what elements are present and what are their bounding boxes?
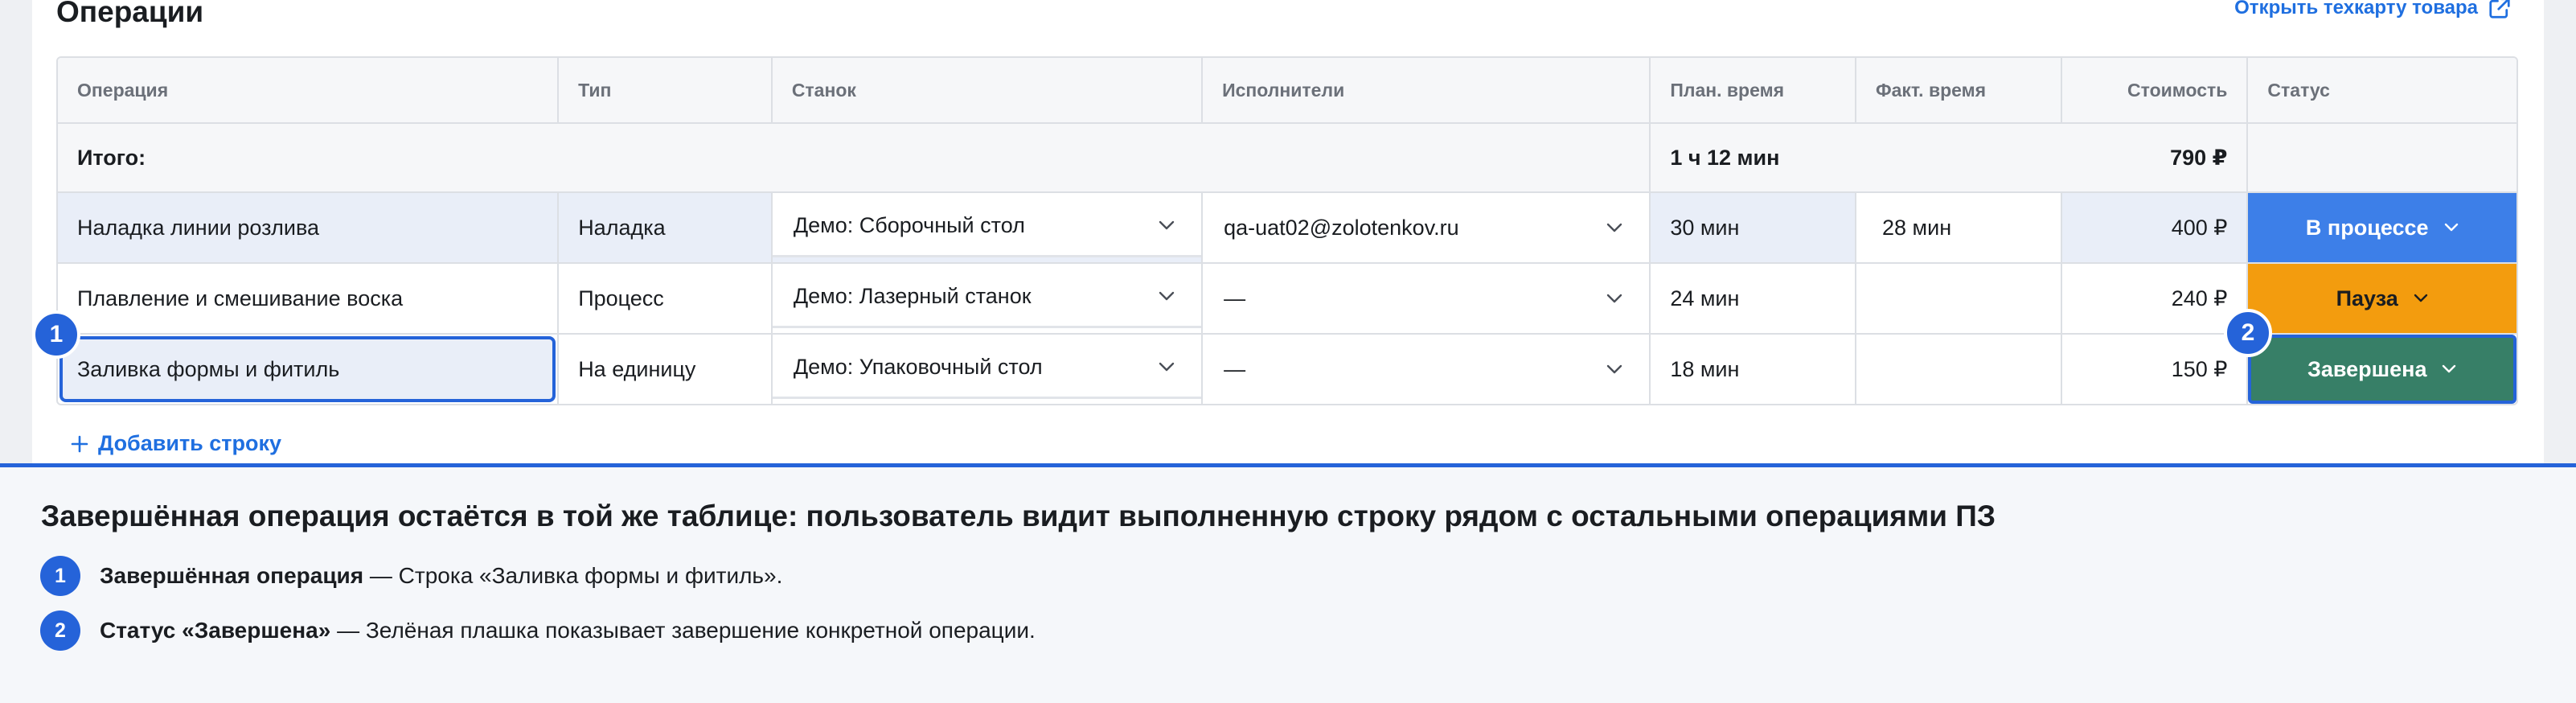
section-title: Операции <box>56 0 204 28</box>
open-techcard-link[interactable]: Открыть техкарту товара <box>2234 0 2512 20</box>
external-link-icon <box>2489 0 2510 18</box>
add-row-label: Добавить строку <box>98 431 282 455</box>
operations-card: Операции Открыть техкарту товара Операци… <box>32 0 2544 465</box>
annotation-marker-1: 1 <box>32 310 80 359</box>
chevron-down-icon <box>2443 364 2456 373</box>
operation-type: Процесс <box>557 264 771 333</box>
chevron-down-icon <box>1159 291 1175 301</box>
machine-value: Демо: Упаковочный стол <box>793 354 1043 379</box>
operation-name[interactable]: Плавление и смешивание воска <box>58 264 557 333</box>
header-operation: Операция <box>77 79 169 101</box>
header-executors: Исполнители <box>1201 58 1649 122</box>
chevron-down-icon <box>2414 294 2427 302</box>
executor-value: — <box>1224 356 1246 381</box>
chevron-down-icon <box>1159 220 1175 230</box>
annotation-note: 2 Статус «Завершена» — Зелёная плашка по… <box>40 610 1036 651</box>
annotation-marker-2: 2 <box>2224 309 2272 357</box>
status-dropdown[interactable]: Завершена <box>2248 335 2517 404</box>
header-plan-time: План. время <box>1649 58 1855 122</box>
fact-time-input[interactable]: 28 мин <box>1855 193 2061 262</box>
total-label: Итого: <box>77 145 146 170</box>
total-plan-time: 1 ч 12 мин <box>1649 124 1855 191</box>
table-header-row: Операция Тип Станок Исполнители План. вр… <box>58 58 2517 122</box>
table-row[interactable]: Наладка линии розлива Наладка Демо: Сбор… <box>58 191 2517 262</box>
header-cost: Стоимость <box>2060 58 2247 122</box>
total-cost: 790 ₽ <box>2170 145 2228 170</box>
annotation-panel: Завершённая операция остаётся в той же т… <box>0 467 2576 703</box>
plan-time: 30 мин <box>1649 193 1855 262</box>
note-text: — Строка «Заливка формы и фитиль». <box>363 563 783 588</box>
operation-name[interactable]: Наладка линии розлива <box>58 193 557 262</box>
operation-type: На единицу <box>557 335 771 404</box>
cost: 150 ₽ <box>2060 335 2247 404</box>
chevron-down-icon <box>1607 294 1622 303</box>
operation-type: Наладка <box>557 193 771 262</box>
chevron-down-icon <box>2444 223 2458 232</box>
chevron-down-icon <box>1607 364 1622 374</box>
status-label: Пауза <box>2336 286 2398 310</box>
screen: Операции Открыть техкарту товара Операци… <box>0 0 2576 703</box>
machine-select[interactable]: Демо: Упаковочный стол <box>772 335 1202 399</box>
executor-select[interactable]: — <box>1203 335 1650 404</box>
cost: 240 ₽ <box>2060 264 2247 333</box>
note-text: — Зелёная плашка показывает завершение к… <box>330 618 1036 643</box>
fact-time-input[interactable] <box>1855 335 2061 404</box>
note-number: 2 <box>40 610 80 651</box>
annotation-title: Завершённая операция остаётся в той же т… <box>41 500 1996 532</box>
cost: 400 ₽ <box>2060 193 2247 262</box>
add-row-button[interactable]: Добавить строку <box>71 431 281 456</box>
executor-select[interactable]: — <box>1203 264 1650 333</box>
machine-select[interactable]: Демо: Лазерный станок <box>772 264 1202 328</box>
operation-name-highlighted[interactable]: Заливка формы и фитиль <box>59 336 556 402</box>
executor-select[interactable]: qa-uat02@zolotenkov.ru <box>1203 193 1650 262</box>
header-fact-time: Факт. время <box>1855 58 2061 122</box>
status-dropdown[interactable]: Пауза <box>2248 264 2517 333</box>
header-type: Тип <box>557 58 771 122</box>
header-status: Статус <box>2246 58 2517 122</box>
note-number: 1 <box>40 556 80 596</box>
chevron-down-icon <box>1607 223 1622 232</box>
machine-value: Демо: Сборочный стол <box>793 212 1025 237</box>
chevron-down-icon <box>1159 362 1175 372</box>
note-bold: Статус «Завершена» <box>100 618 331 643</box>
header-machine: Станок <box>770 58 1201 122</box>
plus-icon <box>71 435 88 452</box>
open-techcard-label: Открыть техкарту товара <box>2234 0 2478 18</box>
total-row: Итого: 1 ч 12 мин 790 ₽ <box>58 122 2517 191</box>
status-label: Завершена <box>2307 356 2427 381</box>
operations-table: Операция Тип Станок Исполнители План. вр… <box>56 56 2518 405</box>
executor-value: qa-uat02@zolotenkov.ru <box>1224 215 1459 240</box>
status-dropdown[interactable]: В процессе <box>2248 193 2517 262</box>
machine-select[interactable]: Демо: Сборочный стол <box>772 193 1202 257</box>
plan-time: 24 мин <box>1649 264 1855 333</box>
note-bold: Завершённая операция <box>100 563 364 588</box>
executor-value: — <box>1224 286 1246 310</box>
annotation-note: 1 Завершённая операция — Строка «Заливка… <box>40 556 782 596</box>
fact-time-input[interactable] <box>1855 264 2061 333</box>
table-row[interactable]: Заливка формы и фитиль На единицу Демо: … <box>58 333 2517 404</box>
plan-time: 18 мин <box>1649 335 1855 404</box>
table-row[interactable]: Плавление и смешивание воска Процесс Дем… <box>58 262 2517 333</box>
machine-value: Демо: Лазерный станок <box>793 283 1032 308</box>
status-label: В процессе <box>2305 215 2429 240</box>
